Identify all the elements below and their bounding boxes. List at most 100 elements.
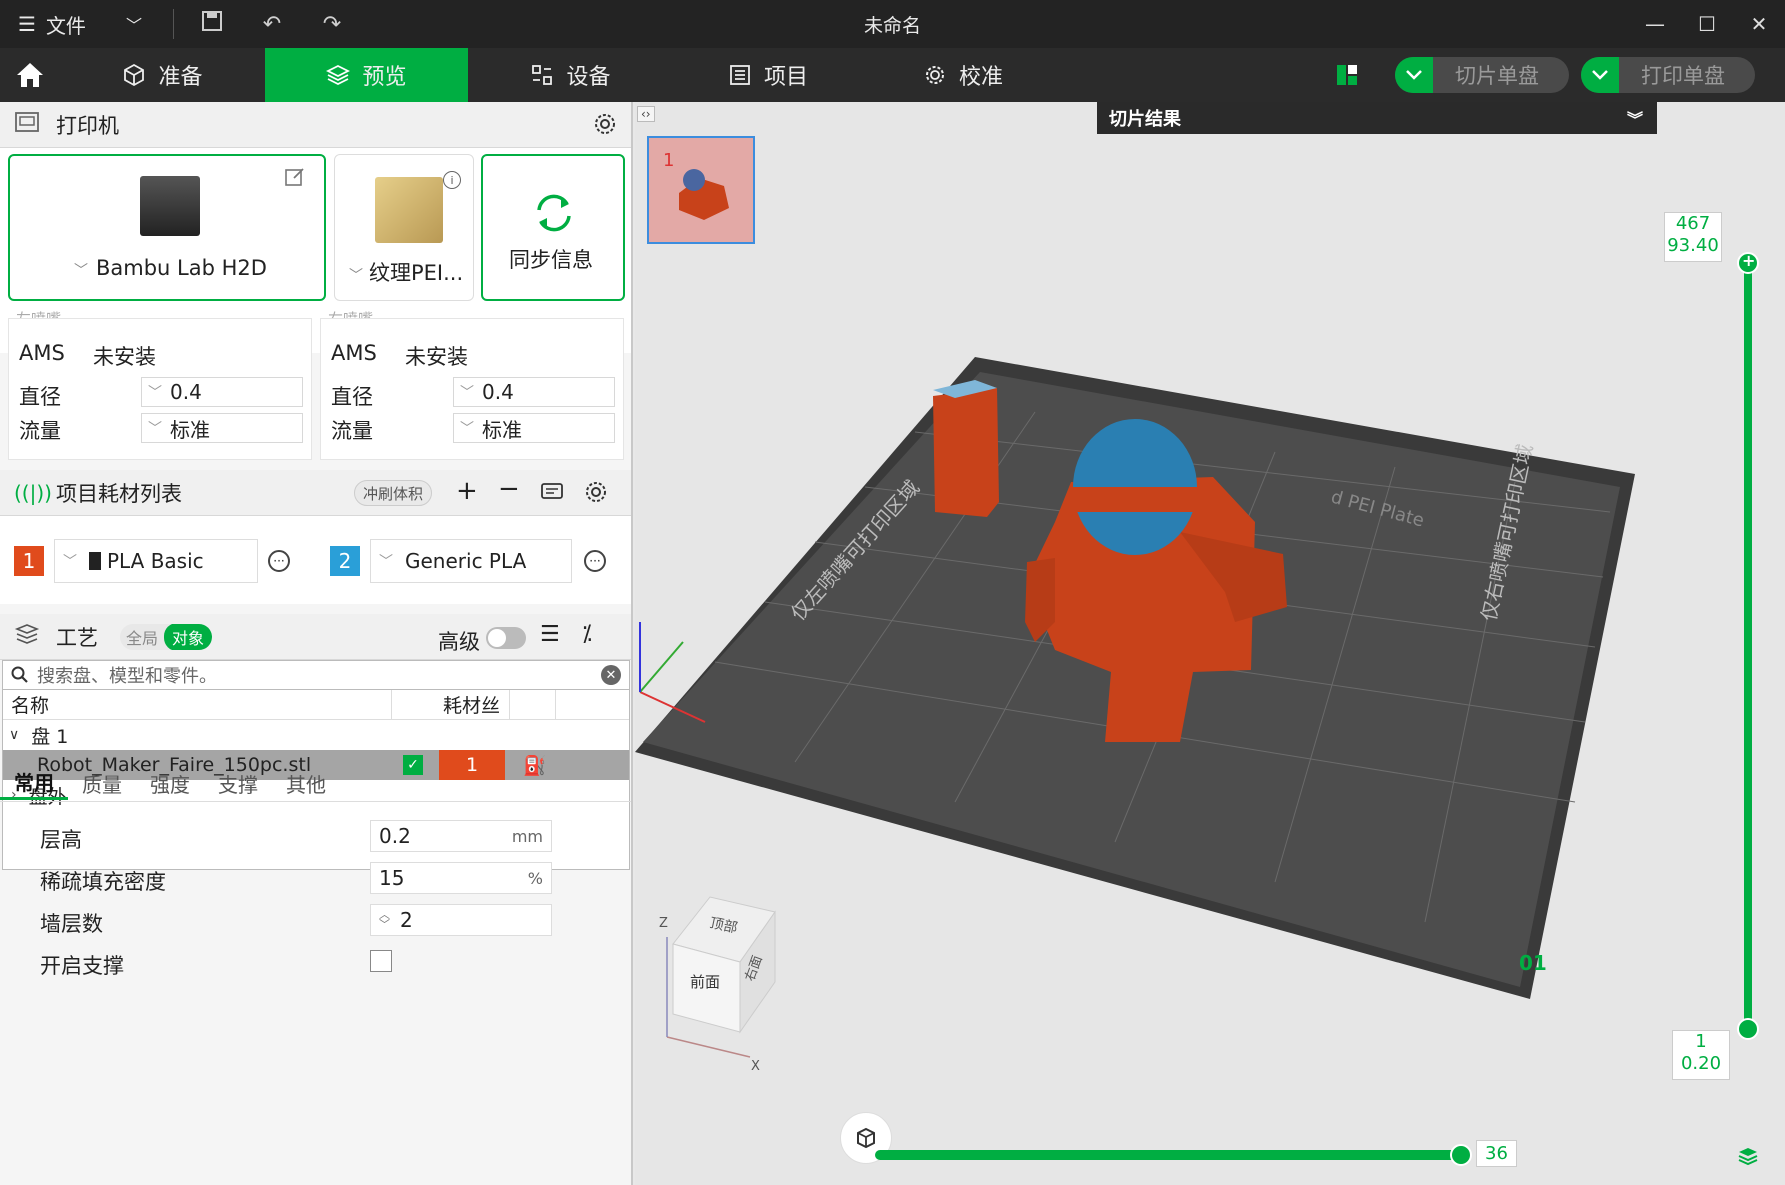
edit-icon[interactable] bbox=[284, 166, 306, 192]
search-icon bbox=[11, 666, 28, 683]
infill-density-input[interactable]: 15 % bbox=[370, 862, 552, 894]
redo-icon[interactable]: ↷ bbox=[302, 12, 362, 37]
layer-height-input[interactable]: 0.2 mm bbox=[370, 820, 552, 852]
home-button[interactable] bbox=[0, 48, 60, 102]
tab-preview[interactable]: 预览 bbox=[265, 48, 468, 102]
left-flow-label: 流量 bbox=[19, 419, 61, 443]
layers-menu-icon[interactable] bbox=[1738, 1146, 1758, 1170]
undo-icon[interactable]: ↶ bbox=[242, 12, 302, 37]
file-menu[interactable]: ☰ 文件 ﹀ bbox=[0, 10, 165, 39]
layer-slider-top-handle[interactable]: + bbox=[1737, 251, 1759, 274]
right-nozzle-panel: AMS 未安装 直径 ﹀ 0.4 流量 ﹀ 标准 bbox=[320, 318, 624, 460]
collapse-sidebar-icon[interactable]: ‹› bbox=[637, 106, 655, 122]
add-icon[interactable]: + bbox=[456, 476, 478, 506]
tree-header: 名称 耗材丝 bbox=[3, 690, 629, 720]
close-icon[interactable]: ✕ bbox=[1733, 0, 1785, 48]
filament-1-select[interactable]: ﹀ PLA Basic bbox=[54, 539, 258, 583]
sidebar: 打印机 ﹀ Bambu Lab H2D i ﹀ 纹理PEI... 同步信息 AM… bbox=[0, 102, 633, 1185]
filament-sync-icon[interactable] bbox=[540, 480, 564, 509]
tab-project[interactable]: 项目 bbox=[673, 48, 863, 102]
layer-slider-bottom-handle[interactable] bbox=[1737, 1018, 1759, 1040]
tab-other[interactable]: 其他 bbox=[272, 766, 340, 800]
wall-loops-stepper[interactable]: ︿ ﹀ 2 bbox=[370, 904, 552, 936]
view-cube-front[interactable]: 前面 bbox=[690, 973, 720, 991]
advanced-toggle[interactable] bbox=[486, 627, 526, 649]
right-diameter-value: 0.4 bbox=[482, 380, 514, 404]
prime-tower bbox=[933, 388, 999, 517]
layer-slider-track[interactable] bbox=[1744, 262, 1752, 1032]
filament-2-more-icon[interactable]: ··· bbox=[584, 550, 606, 572]
clear-search-icon[interactable]: ✕ bbox=[601, 665, 621, 685]
maximize-icon[interactable]: ☐ bbox=[1681, 0, 1733, 48]
column-filament: 耗材丝 bbox=[443, 695, 501, 717]
info-icon[interactable]: i bbox=[443, 171, 461, 189]
tree-row-plate[interactable]: ∨ 盘 1 bbox=[3, 720, 629, 750]
left-diameter-select[interactable]: ﹀ 0.4 bbox=[141, 377, 303, 407]
print-plate-button[interactable]: 打印单盘 bbox=[1581, 57, 1755, 93]
chevron-down-icon[interactable] bbox=[1395, 57, 1433, 93]
flush-volume-button[interactable]: 冲刷体积 bbox=[354, 480, 433, 506]
plate-thumbnail-image bbox=[679, 169, 729, 220]
left-diameter-value: 0.4 bbox=[170, 380, 202, 404]
slice-plate-button[interactable]: 切片单盘 bbox=[1395, 57, 1569, 93]
filament-settings-icon[interactable] bbox=[584, 480, 608, 509]
window-controls: — ☐ ✕ bbox=[1629, 0, 1785, 48]
filament-1-name: PLA Basic bbox=[107, 549, 204, 573]
slice-plate-label: 切片单盘 bbox=[1455, 64, 1539, 88]
left-nozzle-panel: AMS 未安装 直径 ﹀ 0.4 流量 ﹀ 标准 bbox=[8, 318, 312, 460]
layout-icon[interactable] bbox=[1335, 63, 1359, 87]
tab-project-label: 项目 bbox=[763, 65, 808, 90]
slice-result-title: 切片结果 bbox=[1109, 109, 1181, 130]
tab-device[interactable]: 设备 bbox=[468, 48, 673, 102]
param-tabs: 常用 质量 强度 支撑 其他 bbox=[0, 766, 631, 802]
save-icon[interactable] bbox=[182, 9, 242, 39]
filament-2-select[interactable]: ﹀ Generic PLA bbox=[370, 539, 572, 583]
chevron-down-icon[interactable] bbox=[1581, 57, 1619, 93]
left-flow-value: 标准 bbox=[170, 417, 210, 442]
tab-calibration[interactable]: 校准 bbox=[863, 48, 1063, 102]
divider bbox=[173, 9, 174, 39]
tab-prepare[interactable]: 准备 bbox=[60, 48, 265, 102]
compare-icon[interactable]: ⁒ bbox=[582, 622, 592, 647]
list-view-icon[interactable]: ☰ bbox=[540, 622, 560, 647]
sync-info-button[interactable]: 同步信息 bbox=[481, 154, 625, 301]
plate-card[interactable]: i ﹀ 纹理PEI... bbox=[334, 154, 474, 301]
left-flow-select[interactable]: ﹀ 标准 bbox=[141, 413, 303, 443]
printer-select[interactable]: ﹀ Bambu Lab H2D bbox=[74, 256, 267, 280]
settings-icon[interactable] bbox=[593, 112, 617, 141]
scope-global[interactable]: 全局 bbox=[120, 625, 164, 649]
tab-prepare-label: 准备 bbox=[158, 65, 203, 90]
move-slider-track[interactable] bbox=[875, 1150, 1460, 1160]
minimize-icon[interactable]: — bbox=[1629, 0, 1681, 48]
infill-density-unit: % bbox=[527, 868, 543, 888]
remove-icon[interactable]: − bbox=[498, 474, 520, 504]
cube-axis-x: X bbox=[751, 1059, 760, 1074]
view-cube[interactable]: 顶部 前面 右面 Z X bbox=[659, 896, 776, 1074]
plate-select[interactable]: ﹀ 纹理PEI... bbox=[349, 257, 463, 287]
right-diameter-label: 直径 bbox=[331, 385, 373, 409]
3d-viewport[interactable]: 仅左喷嘴可打印区域 仅右喷嘴可打印区域 d PEI Plate 01 顶部 前面… bbox=[635, 102, 1785, 1185]
stepper-arrows-icon[interactable]: ︿ ﹀ bbox=[379, 909, 390, 930]
slice-result-bar[interactable]: 切片结果 ︾ bbox=[1097, 102, 1657, 134]
scope-toggle[interactable]: 全局 对象 bbox=[120, 623, 213, 650]
tab-quality[interactable]: 质量 bbox=[68, 766, 136, 800]
tab-support[interactable]: 支撑 bbox=[204, 766, 272, 800]
filament-list: 1 ﹀ PLA Basic ··· 2 ﹀ Generic PLA ··· bbox=[0, 516, 631, 604]
tab-strength[interactable]: 强度 bbox=[136, 766, 204, 800]
search-input[interactable]: 搜索盘、模型和零件。 ✕ bbox=[2, 660, 630, 690]
scope-object[interactable]: 对象 bbox=[164, 623, 213, 650]
wall-loops-label: 墙层数 bbox=[40, 912, 103, 936]
printer-image bbox=[140, 176, 200, 236]
filament-1-more-icon[interactable]: ··· bbox=[268, 550, 290, 572]
move-slider-value: 36 bbox=[1476, 1140, 1517, 1167]
right-diameter-select[interactable]: ﹀ 0.4 bbox=[453, 377, 615, 407]
chevron-down-icon[interactable]: ∨ bbox=[9, 727, 19, 743]
plate-thumbnail[interactable]: 1 bbox=[647, 136, 755, 244]
move-slider-handle[interactable] bbox=[1450, 1144, 1472, 1166]
enable-support-checkbox[interactable] bbox=[370, 950, 392, 972]
layer-bottom-value: 1 bbox=[1695, 1031, 1707, 1052]
printer-card[interactable]: ﹀ Bambu Lab H2D bbox=[8, 154, 326, 301]
right-flow-select[interactable]: ﹀ 标准 bbox=[453, 413, 615, 443]
tab-common[interactable]: 常用 bbox=[0, 766, 68, 800]
collapse-icon[interactable]: ︾ bbox=[1627, 106, 1643, 130]
